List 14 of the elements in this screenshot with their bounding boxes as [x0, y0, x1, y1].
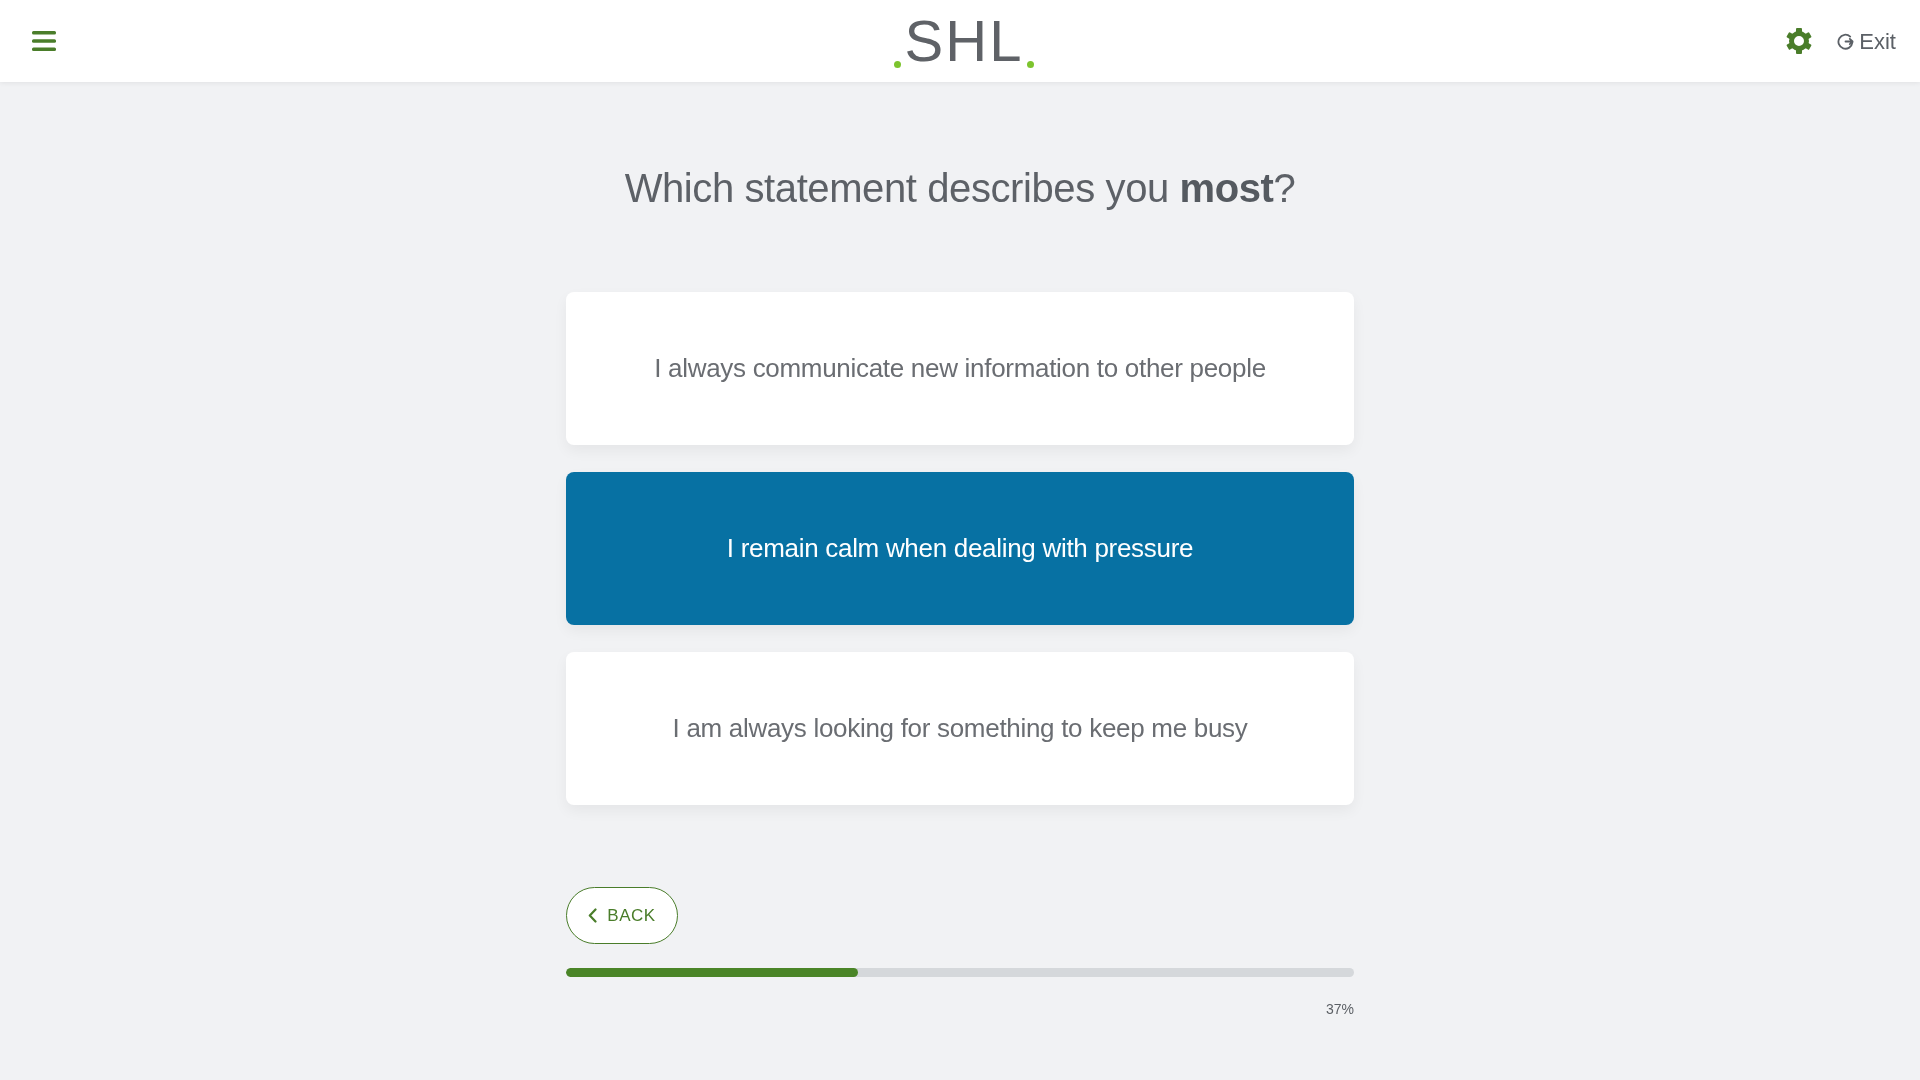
progress-reading: 37% [1324, 1000, 1354, 1019]
answer-option[interactable]: I am always looking for something to keep me busy [566, 652, 1354, 805]
menu-icon [32, 31, 56, 51]
settings-icon [1785, 27, 1814, 55]
chevron-left-icon [588, 908, 598, 923]
menu-button[interactable] [32, 31, 56, 51]
logo: SHL [892, 8, 1036, 73]
exit-button[interactable]: Exit [1837, 24, 1896, 58]
answer-option[interactable]: I always communicate new information to other people [566, 292, 1354, 445]
circle-arrow-icon [1837, 32, 1855, 50]
answer-option[interactable]: I remain calm when dealing with pressure [566, 472, 1354, 625]
question-title: Which statement describes you most? [623, 165, 1297, 212]
settings-button[interactable] [1785, 27, 1814, 55]
back-button[interactable]: BACK [566, 887, 678, 944]
